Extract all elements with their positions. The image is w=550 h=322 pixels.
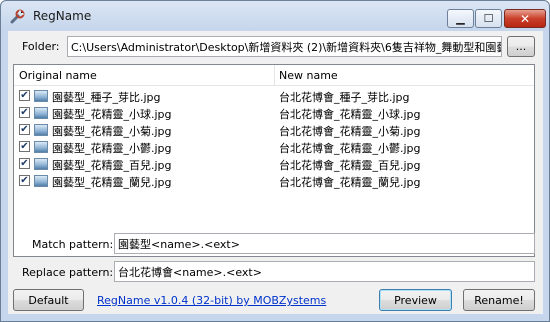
checkmark-icon: ✔ (20, 90, 29, 101)
new-name: 台北花博會_花精靈_小鬱.jpg (279, 142, 421, 155)
row-checkbox[interactable]: ✔ (19, 124, 30, 135)
row-checkbox[interactable]: ✔ (19, 90, 30, 101)
image-file-icon (34, 158, 48, 170)
new-name: 台北花博會_花精靈_小球.jpg (279, 108, 421, 121)
close-icon: ✕ (519, 11, 531, 26)
window-title: RegName (33, 9, 92, 23)
folder-label: Folder: (22, 40, 60, 53)
checkmark-icon: ✔ (20, 107, 29, 118)
rename-button[interactable]: Rename! (463, 289, 535, 311)
checkmark-icon: ✔ (20, 124, 29, 135)
original-name: 園藝型_花精靈_小鬱.jpg (52, 142, 172, 155)
replace-pattern-label: Replace pattern: (22, 266, 114, 279)
checkmark-icon: ✔ (20, 141, 29, 152)
list-item[interactable]: ✔ 園藝型_花精靈_小鬱.jpg 台北花博會_花精靈_小鬱.jpg (14, 139, 534, 156)
list-item[interactable]: ✔ 園藝型_花精靈_小球.jpg 台北花博會_花精靈_小球.jpg (14, 105, 534, 122)
new-name: 台北花博會_種子_芽比.jpg (279, 91, 410, 104)
minimize-button[interactable]: ▁ (447, 9, 474, 28)
column-header-original[interactable]: Original name (19, 69, 97, 82)
original-name: 園藝型_花精靈_蘭兒.jpg (52, 176, 172, 189)
list-item[interactable]: ✔ 園藝型_花精靈_百兒.jpg 台北花博會_花精靈_百兒.jpg (14, 156, 534, 173)
row-checkbox[interactable]: ✔ (19, 158, 30, 169)
maximize-button[interactable]: ☐ (475, 9, 502, 28)
original-name: 園藝型_花精靈_小菊.jpg (52, 125, 172, 138)
folder-path-field[interactable]: C:\Users\Administrator\Desktop\新增資料夾 (2)… (67, 36, 502, 57)
close-button[interactable]: ✕ (504, 9, 546, 28)
checkmark-icon: ✔ (20, 175, 29, 186)
original-name: 園藝型_種子_芽比.jpg (52, 91, 161, 104)
default-button[interactable]: Default (13, 289, 84, 311)
list-item[interactable]: ✔ 園藝型_種子_芽比.jpg 台北花博會_種子_芽比.jpg (14, 88, 534, 105)
minimize-icon: ▁ (456, 12, 465, 25)
column-header-new[interactable]: New name (279, 69, 338, 82)
match-pattern-input[interactable]: 園藝型<name>.<ext> (114, 233, 535, 254)
app-window: RegName ▁ ☐ ✕ Folder: C:\Users\Administr… (0, 0, 550, 322)
match-pattern-label: Match pattern: (32, 238, 114, 251)
about-link[interactable]: RegName v1.0.4 (32-bit) by MOBZystems (97, 294, 326, 307)
browse-button[interactable]: ... (507, 36, 535, 57)
client-area: Folder: C:\Users\Administrator\Desktop\新… (8, 31, 543, 314)
preview-button[interactable]: Preview (379, 289, 452, 311)
image-file-icon (34, 141, 48, 153)
original-name: 園藝型_花精靈_百兒.jpg (52, 159, 172, 172)
original-name: 園藝型_花精靈_小球.jpg (52, 108, 172, 121)
list-item[interactable]: ✔ 園藝型_花精靈_蘭兒.jpg 台北花博會_花精靈_蘭兒.jpg (14, 173, 534, 190)
wrench-icon (10, 9, 25, 24)
row-checkbox[interactable]: ✔ (19, 107, 30, 118)
image-file-icon (34, 124, 48, 136)
maximize-icon: ☐ (483, 12, 494, 25)
row-checkbox[interactable]: ✔ (19, 175, 30, 186)
image-file-icon (34, 90, 48, 102)
list-header: Original name New name (14, 65, 534, 86)
title-bar[interactable]: RegName ▁ ☐ ✕ (1, 1, 549, 31)
row-checkbox[interactable]: ✔ (19, 141, 30, 152)
image-file-icon (34, 107, 48, 119)
column-divider[interactable] (274, 65, 275, 85)
image-file-icon (34, 175, 48, 187)
checkmark-icon: ✔ (20, 158, 29, 169)
new-name: 台北花博會_花精靈_小菊.jpg (279, 125, 421, 138)
file-list[interactable]: Original name New name ✔ 園藝型_種子_芽比.jpg 台… (13, 64, 535, 257)
replace-pattern-input[interactable]: 台北花博會<name>.<ext> (114, 261, 535, 282)
new-name: 台北花博會_花精靈_百兒.jpg (279, 159, 421, 172)
new-name: 台北花博會_花精靈_蘭兒.jpg (279, 176, 421, 189)
list-item[interactable]: ✔ 園藝型_花精靈_小菊.jpg 台北花博會_花精靈_小菊.jpg (14, 122, 534, 139)
